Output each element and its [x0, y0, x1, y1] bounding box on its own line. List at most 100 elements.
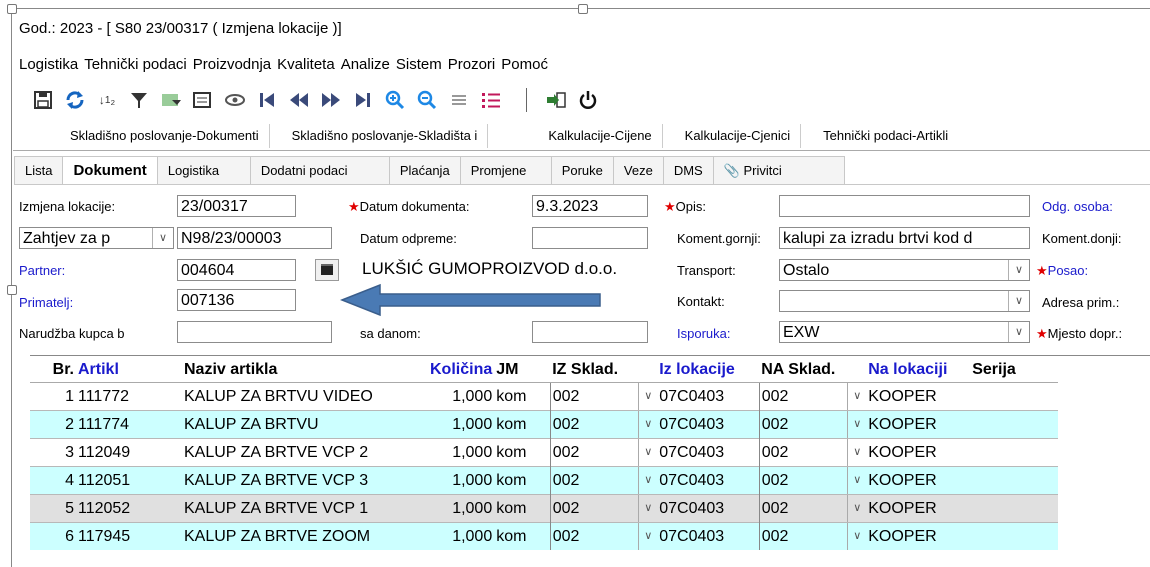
next-record-icon[interactable] [318, 87, 344, 113]
list-icon[interactable] [478, 87, 504, 113]
resize-handle[interactable] [7, 4, 17, 14]
row-naziv[interactable]: KALUP ZA BRTVE VCP 2 [182, 438, 428, 467]
row-serija[interactable] [970, 438, 1059, 467]
odg-osoba-link[interactable]: Odg. osoba: [1042, 199, 1113, 214]
zahtjev-select[interactable]: Zahtjev za p ∨ [19, 227, 174, 249]
row-serija[interactable] [970, 410, 1059, 439]
window-tab-skladisno-skladista[interactable]: Skladišno poslovanje-Skladišta i [282, 124, 489, 148]
koment-gornji-field[interactable]: kalupi za izradu brtvi kod d [779, 227, 1030, 249]
menu-pomoc[interactable]: Pomoć [501, 56, 548, 73]
datum-odpreme-field[interactable] [532, 227, 648, 249]
row-jm[interactable]: kom [494, 522, 551, 550]
row-na-sklad[interactable]: 002 ∨ [758, 466, 867, 495]
tab-logistika[interactable]: Logistika [156, 156, 251, 184]
chevron-down-icon[interactable]: ∨ [1008, 260, 1029, 280]
row-na-sklad[interactable]: 002 ∨ [758, 382, 867, 411]
window-tab-skladisno-dokumenti[interactable]: Skladišno poslovanje-Dokumenti [60, 124, 270, 148]
row-iz-sklad[interactable]: 002 ∨ [549, 466, 658, 495]
col-na-sklad[interactable]: NA Sklad. [759, 358, 867, 383]
exit-icon[interactable] [543, 87, 569, 113]
col-iz-sklad[interactable]: IZ Sklad. [550, 358, 658, 383]
row-jm[interactable]: kom [494, 466, 551, 495]
row-iz-lokacije[interactable]: 07C0403 [657, 522, 760, 550]
chevron-down-icon[interactable]: ∨ [638, 467, 657, 494]
last-record-icon[interactable] [350, 87, 376, 113]
menu-prozori[interactable]: Prozori [448, 56, 496, 73]
row-artikl[interactable]: 112049 [76, 438, 182, 467]
row-artikl[interactable]: 111772 [76, 382, 182, 411]
row-na-lokaciji[interactable]: KOOPER [866, 382, 971, 411]
row-jm[interactable]: kom [494, 494, 551, 523]
row-iz-lokacije[interactable]: 07C0403 [657, 410, 760, 439]
eye-icon[interactable] [222, 87, 248, 113]
row-kolicina[interactable]: 1,000 [428, 494, 495, 523]
opis-field[interactable] [779, 195, 1030, 217]
row-jm[interactable]: kom [494, 410, 551, 439]
row-serija[interactable] [970, 522, 1059, 550]
row-serija[interactable] [970, 466, 1059, 495]
chevron-down-icon[interactable]: ∨ [638, 439, 657, 466]
partner-code-field[interactable]: 004604 [177, 259, 296, 281]
row-na-lokaciji[interactable]: KOOPER [866, 410, 971, 439]
row-serija[interactable] [970, 494, 1059, 523]
prev-record-icon[interactable] [286, 87, 312, 113]
row-artikl[interactable]: 111774 [76, 410, 182, 439]
col-serija[interactable]: Serija [970, 358, 1059, 383]
chevron-down-icon[interactable]: ∨ [847, 439, 866, 466]
power-icon[interactable] [575, 87, 601, 113]
primatelj-link[interactable]: Primatelj: [19, 295, 73, 310]
align-icon[interactable] [446, 87, 472, 113]
menu-kvaliteta[interactable]: Kvaliteta [277, 56, 335, 73]
partner-lookup-button[interactable] [315, 259, 339, 281]
tab-placanja[interactable]: Plaćanja [388, 156, 461, 184]
table-row[interactable]: 4 112051 KALUP ZA BRTVE VCP 3 1,000 kom … [30, 466, 1059, 495]
row-artikl[interactable]: 112052 [76, 494, 182, 523]
tab-dodatni-podaci[interactable]: Dodatni podaci [249, 156, 390, 184]
transport-select[interactable]: Ostalo ∨ [779, 259, 1030, 281]
tab-veze[interactable]: Veze [612, 156, 664, 184]
col-naziv[interactable]: Naziv artikla [182, 358, 428, 383]
row-iz-sklad[interactable]: 002 ∨ [549, 494, 658, 523]
row-na-sklad[interactable]: 002 ∨ [758, 410, 867, 439]
row-na-sklad[interactable]: 002 ∨ [758, 522, 867, 550]
chevron-down-icon[interactable]: ∨ [847, 383, 866, 410]
sa-danom-field[interactable] [532, 321, 648, 343]
izmjena-lokacije-field[interactable]: 23/00317 [177, 195, 296, 217]
chevron-down-icon[interactable]: ∨ [638, 523, 657, 550]
window-tab-kalkulacije-cjenici[interactable]: Kalkulacije-Cjenici [675, 124, 802, 148]
row-iz-sklad[interactable]: 002 ∨ [549, 438, 658, 467]
kontakt-select[interactable]: ∨ [779, 290, 1030, 312]
sort-icon[interactable]: ↓ 1 ₂ [94, 87, 120, 113]
tab-lista[interactable]: Lista [14, 156, 64, 184]
chevron-down-icon[interactable]: ∨ [638, 495, 657, 522]
row-kolicina[interactable]: 1,000 [428, 382, 495, 411]
preview-icon[interactable] [190, 87, 216, 113]
row-jm[interactable]: kom [494, 382, 551, 411]
row-iz-lokacije[interactable]: 07C0403 [657, 494, 760, 523]
row-kolicina[interactable]: 1,000 [428, 438, 495, 467]
table-row[interactable]: 1 111772 KALUP ZA BRTVU VIDEO 1,000 kom … [30, 382, 1059, 411]
row-na-sklad[interactable]: 002 ∨ [758, 438, 867, 467]
chevron-down-icon[interactable]: ∨ [847, 467, 866, 494]
tab-dms[interactable]: DMS [662, 156, 714, 184]
row-naziv[interactable]: KALUP ZA BRTVU VIDEO [182, 382, 428, 411]
chevron-down-icon[interactable]: ∨ [847, 523, 866, 550]
col-na-lokaciji[interactable]: Na lokaciji [866, 358, 971, 383]
chevron-down-icon[interactable]: ∨ [638, 383, 657, 410]
chevron-down-icon[interactable]: ∨ [1008, 291, 1029, 311]
chevron-down-icon[interactable]: ∨ [847, 411, 866, 438]
table-row[interactable]: 6 117945 KALUP ZA BRTVE ZOOM 1,000 kom 0… [30, 522, 1059, 550]
menu-logistika[interactable]: Logistika [19, 56, 78, 73]
resize-handle[interactable] [7, 285, 17, 295]
table-row[interactable]: 2 111774 KALUP ZA BRTVU 1,000 kom 002 ∨ 0… [30, 410, 1059, 439]
row-kolicina[interactable]: 1,000 [428, 410, 495, 439]
col-jm[interactable]: JM [494, 358, 551, 383]
row-iz-sklad[interactable]: 002 ∨ [549, 382, 658, 411]
chevron-down-icon[interactable]: ∨ [152, 228, 173, 248]
row-iz-lokacije[interactable]: 07C0403 [657, 382, 760, 411]
save-icon[interactable] [30, 87, 56, 113]
zoom-out-icon[interactable] [414, 87, 440, 113]
tab-dokument[interactable]: Dokument [62, 156, 158, 184]
col-artikl[interactable]: Artikl [76, 358, 182, 383]
row-iz-lokacije[interactable]: 07C0403 [657, 466, 760, 495]
